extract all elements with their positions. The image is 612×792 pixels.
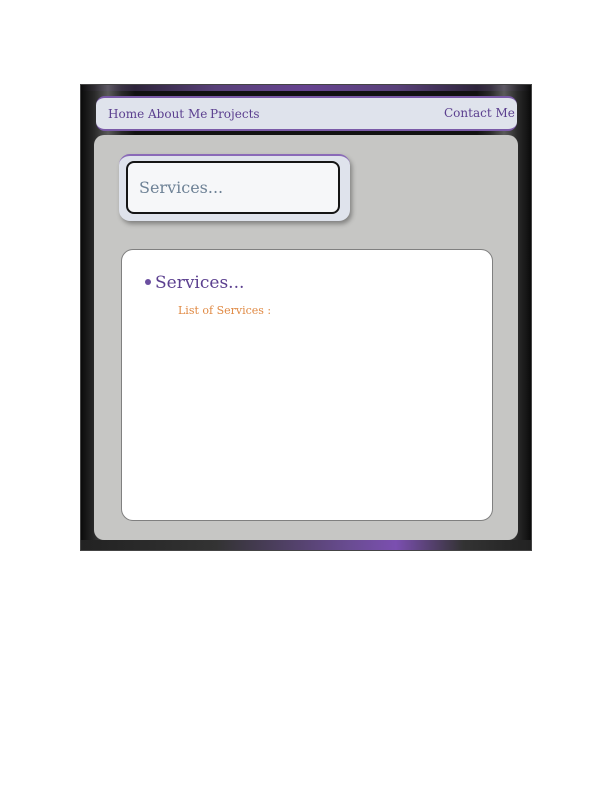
title-card-inner: Services... xyxy=(126,161,340,214)
nav-about-link[interactable]: About Me xyxy=(148,107,207,121)
main-content-card: Services... List of Services : xyxy=(121,249,493,521)
nav-projects-link[interactable]: Projects xyxy=(210,107,260,121)
services-list-label: List of Services : xyxy=(178,304,272,317)
bullet-icon xyxy=(145,279,151,285)
page-frame: Home About Me Projects Contact Me Servic… xyxy=(80,84,532,551)
section-heading: Services... xyxy=(155,273,245,293)
top-glow-strip xyxy=(81,85,531,91)
content-panel: Services... Services... List of Services… xyxy=(94,135,518,540)
nav-home-link[interactable]: Home xyxy=(108,107,144,121)
nav-bar: Home About Me Projects Contact Me xyxy=(96,96,517,131)
title-card: Services... xyxy=(119,154,350,221)
footer-strip xyxy=(81,540,531,550)
page-title: Services... xyxy=(139,178,224,197)
nav-contact-link[interactable]: Contact Me xyxy=(444,106,515,120)
